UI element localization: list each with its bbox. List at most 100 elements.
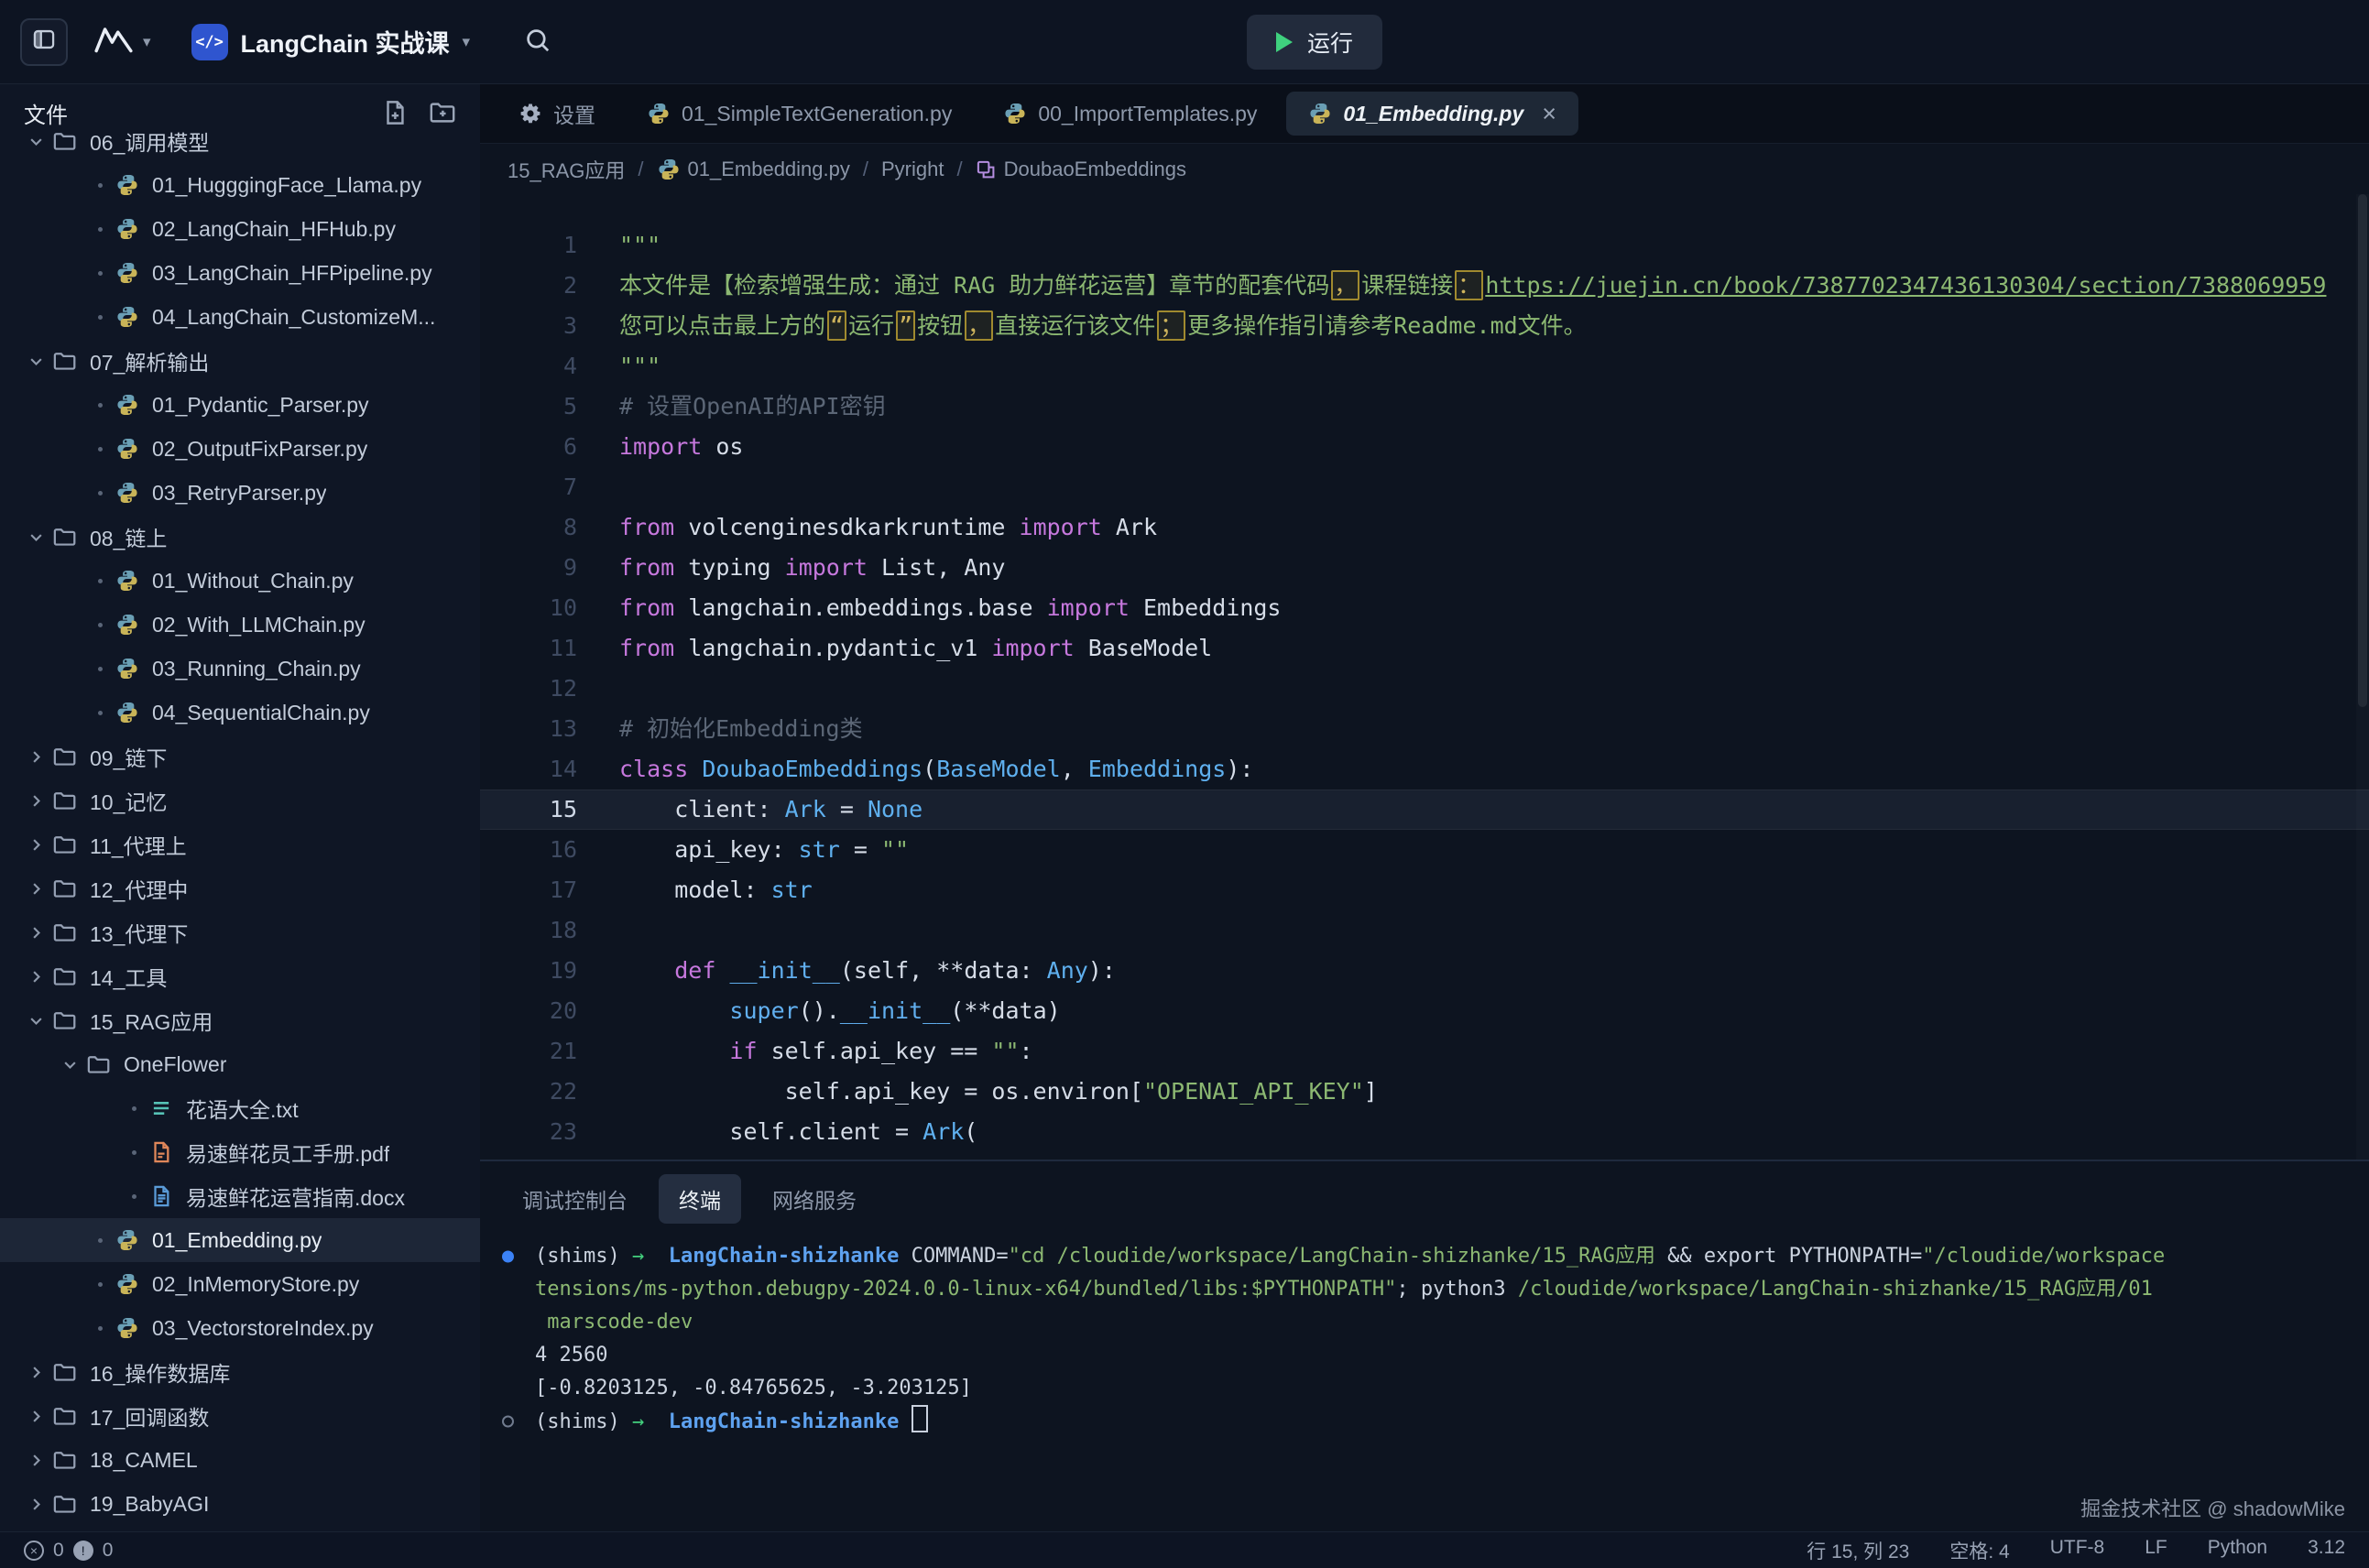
tree-folder-16_操作数据库[interactable]: 16_操作数据库 — [0, 1350, 480, 1394]
chevron-down-icon[interactable] — [22, 1012, 49, 1029]
tree-file-01_HugggingFace_Llama.py[interactable]: 01_HugggingFace_Llama.py — [0, 163, 480, 207]
tree-file-01_Without_Chain.py[interactable]: 01_Without_Chain.py — [0, 559, 480, 603]
status-item-3.12[interactable]: 3.12 — [2308, 1537, 2345, 1564]
code-link[interactable]: https://juejin.cn/book/73877023474361303… — [1485, 272, 2326, 299]
tree-folder-15_RAG应用[interactable]: 15_RAG应用 — [0, 998, 480, 1042]
code-line-19[interactable]: 19 def __init__(self, **data: Any): — [480, 951, 2369, 991]
tree-file-02_With_LLMChain.py[interactable]: 02_With_LLMChain.py — [0, 603, 480, 647]
tree-file-03_VectorstoreIndex.py[interactable]: 03_VectorstoreIndex.py — [0, 1306, 480, 1350]
tree-folder-18_CAMEL[interactable]: 18_CAMEL — [0, 1438, 480, 1482]
tab-01_Embedding.py[interactable]: 01_Embedding.py× — [1286, 92, 1578, 136]
status-item-行 15, 列 23[interactable]: 行 15, 列 23 — [1807, 1537, 1909, 1564]
panel-tab-调试控制台[interactable]: 调试控制台 — [502, 1174, 648, 1224]
code-line-4[interactable]: 4""" — [480, 346, 2369, 387]
code-line-1[interactable]: 1""" — [480, 225, 2369, 266]
tree-file-02_LangChain_HFHub.py[interactable]: 02_LangChain_HFHub.py — [0, 207, 480, 251]
workspace-menu[interactable]: ▾ — [93, 25, 151, 59]
tree-folder-11_代理上[interactable]: 11_代理上 — [0, 822, 480, 866]
run-button[interactable]: 运行 — [1247, 15, 1382, 70]
chevron-right-icon[interactable] — [22, 792, 49, 810]
chevron-right-icon[interactable] — [22, 968, 49, 985]
code-line-16[interactable]: 16 api_key: str = "" — [480, 830, 2369, 870]
status-item-UTF-8[interactable]: UTF-8 — [2050, 1537, 2105, 1564]
tree-folder-09_链下[interactable]: 09_链下 — [0, 735, 480, 779]
chevron-down-icon[interactable] — [56, 1056, 83, 1073]
tree-file-04_LangChain_CustomizeM...[interactable]: 04_LangChain_CustomizeM... — [0, 295, 480, 339]
tree-folder-07_解析输出[interactable]: 07_解析输出 — [0, 339, 480, 383]
code-line-17[interactable]: 17 model: str — [480, 870, 2369, 910]
code-line-23[interactable]: 23 self.client = Ark( — [480, 1112, 2369, 1152]
breadcrumb-item-01_Embedding.py[interactable]: 01_Embedding.py — [657, 158, 850, 181]
tree-file-01_Pydantic_Parser.py[interactable]: 01_Pydantic_Parser.py — [0, 383, 480, 427]
tree-file-03_Running_Chain.py[interactable]: 03_Running_Chain.py — [0, 647, 480, 691]
code-line-21[interactable]: 21 if self.api_key == "": — [480, 1031, 2369, 1072]
panel-tab-网络服务[interactable]: 网络服务 — [752, 1174, 877, 1224]
tab-00_ImportTemplates.py[interactable]: 00_ImportTemplates.py — [981, 92, 1279, 136]
tree-file-04_SequentialChain.py[interactable]: 04_SequentialChain.py — [0, 691, 480, 735]
status-item-Python[interactable]: Python — [2208, 1537, 2267, 1564]
code-line-13[interactable]: 13# 初始化Embedding类 — [480, 709, 2369, 749]
code-line-11[interactable]: 11from langchain.pydantic_v1 import Base… — [480, 628, 2369, 669]
chevron-down-icon[interactable] — [22, 353, 49, 370]
tree-folder-OneFlower[interactable]: OneFlower — [0, 1042, 480, 1086]
problems-indicator[interactable]: × 0 ! 0 — [24, 1540, 113, 1562]
tree-file-01_Embedding.py[interactable]: 01_Embedding.py — [0, 1218, 480, 1262]
tree-file-02_InMemoryStore.py[interactable]: 02_InMemoryStore.py — [0, 1262, 480, 1306]
panel-tab-终端[interactable]: 终端 — [659, 1174, 741, 1224]
chevron-down-icon[interactable] — [22, 528, 49, 546]
tree-file-03_RetryParser.py[interactable]: 03_RetryParser.py — [0, 471, 480, 515]
chevron-right-icon[interactable] — [22, 880, 49, 898]
breadcrumb-item-15_RAG应用[interactable]: 15_RAG应用 — [508, 155, 625, 184]
chevron-right-icon[interactable] — [22, 836, 49, 854]
code-line-8[interactable]: 8from volcenginesdkarkruntime import Ark — [480, 507, 2369, 548]
tree-file-易速鲜花运营指南.docx[interactable]: 易速鲜花运营指南.docx — [0, 1174, 480, 1218]
code-line-18[interactable]: 18 — [480, 910, 2369, 951]
tree-folder-12_代理中[interactable]: 12_代理中 — [0, 866, 480, 910]
code-line-5[interactable]: 5# 设置OpenAI的API密钥 — [480, 387, 2369, 427]
breadcrumb-item-DoubaoEmbeddings[interactable]: DoubaoEmbeddings — [976, 158, 1186, 181]
tab-设置[interactable]: 设置 — [497, 92, 617, 136]
scrollbar-thumb[interactable] — [2358, 194, 2367, 707]
code-line-3[interactable]: 3您可以点击最上方的“运行”按钮，直接运行该文件；更多操作指引请参考Readme… — [480, 306, 2369, 346]
chevron-down-icon[interactable] — [22, 133, 49, 150]
new-file-icon[interactable] — [381, 99, 409, 126]
tree-file-花语大全.txt[interactable]: 花语大全.txt — [0, 1086, 480, 1130]
new-folder-icon[interactable] — [429, 99, 456, 126]
code-line-2[interactable]: 2本文件是【检索增强生成：通过 RAG 助力鲜花运营】章节的配套代码，课程链接：… — [480, 266, 2369, 306]
breadcrumb-item-Pyright[interactable]: Pyright — [881, 158, 944, 181]
chevron-right-icon[interactable] — [22, 924, 49, 942]
tab-01_SimpleTextGeneration.py[interactable]: 01_SimpleTextGeneration.py — [625, 92, 974, 136]
terminal[interactable]: (shims) → LangChain-shizhanke COMMAND="c… — [480, 1233, 2369, 1438]
tree-file-03_LangChain_HFPipeline.py[interactable]: 03_LangChain_HFPipeline.py — [0, 251, 480, 295]
project-switcher[interactable]: </> LangChain 实战课 ▾ — [191, 24, 471, 60]
code-editor[interactable]: 1"""2本文件是【检索增强生成：通过 RAG 助力鲜花运营】章节的配套代码，课… — [480, 194, 2369, 1191]
tree-folder-08_链上[interactable]: 08_链上 — [0, 515, 480, 559]
status-item-LF[interactable]: LF — [2145, 1537, 2167, 1564]
status-item-空格: 4[interactable]: 空格: 4 — [1949, 1537, 2009, 1564]
code-line-10[interactable]: 10from langchain.embeddings.base import … — [480, 588, 2369, 628]
tree-folder-13_代理下[interactable]: 13_代理下 — [0, 910, 480, 954]
chevron-right-icon[interactable] — [22, 1364, 49, 1381]
chevron-right-icon[interactable] — [22, 748, 49, 766]
code-line-12[interactable]: 12 — [480, 669, 2369, 709]
tree-file-易速鲜花员工手册.pdf[interactable]: 易速鲜花员工手册.pdf — [0, 1130, 480, 1174]
code-line-22[interactable]: 22 self.api_key = os.environ["OPENAI_API… — [480, 1072, 2369, 1112]
code-line-6[interactable]: 6import os — [480, 427, 2369, 467]
search-button[interactable] — [518, 25, 558, 59]
close-icon[interactable]: × — [1542, 102, 1556, 126]
code-line-7[interactable]: 7 — [480, 467, 2369, 507]
tree-file-02_OutputFixParser.py[interactable]: 02_OutputFixParser.py — [0, 427, 480, 471]
editor-scrollbar[interactable] — [2356, 194, 2369, 1160]
code-line-15[interactable]: 15 client: Ark = None — [480, 789, 2369, 830]
code-line-9[interactable]: 9from typing import List, Any — [480, 548, 2369, 588]
sidebar-toggle-button[interactable] — [20, 18, 68, 66]
chevron-right-icon[interactable] — [22, 1496, 49, 1513]
chevron-right-icon[interactable] — [22, 1452, 49, 1469]
tree-folder-17_回调函数[interactable]: 17_回调函数 — [0, 1394, 480, 1438]
chevron-right-icon[interactable] — [22, 1408, 49, 1425]
tree-folder-14_工具[interactable]: 14_工具 — [0, 954, 480, 998]
tree-folder-19_BabyAGI[interactable]: 19_BabyAGI — [0, 1482, 480, 1526]
tree-folder-10_记忆[interactable]: 10_记忆 — [0, 779, 480, 822]
code-line-20[interactable]: 20 super().__init__(**data) — [480, 991, 2369, 1031]
code-line-14[interactable]: 14class DoubaoEmbeddings(BaseModel, Embe… — [480, 749, 2369, 789]
